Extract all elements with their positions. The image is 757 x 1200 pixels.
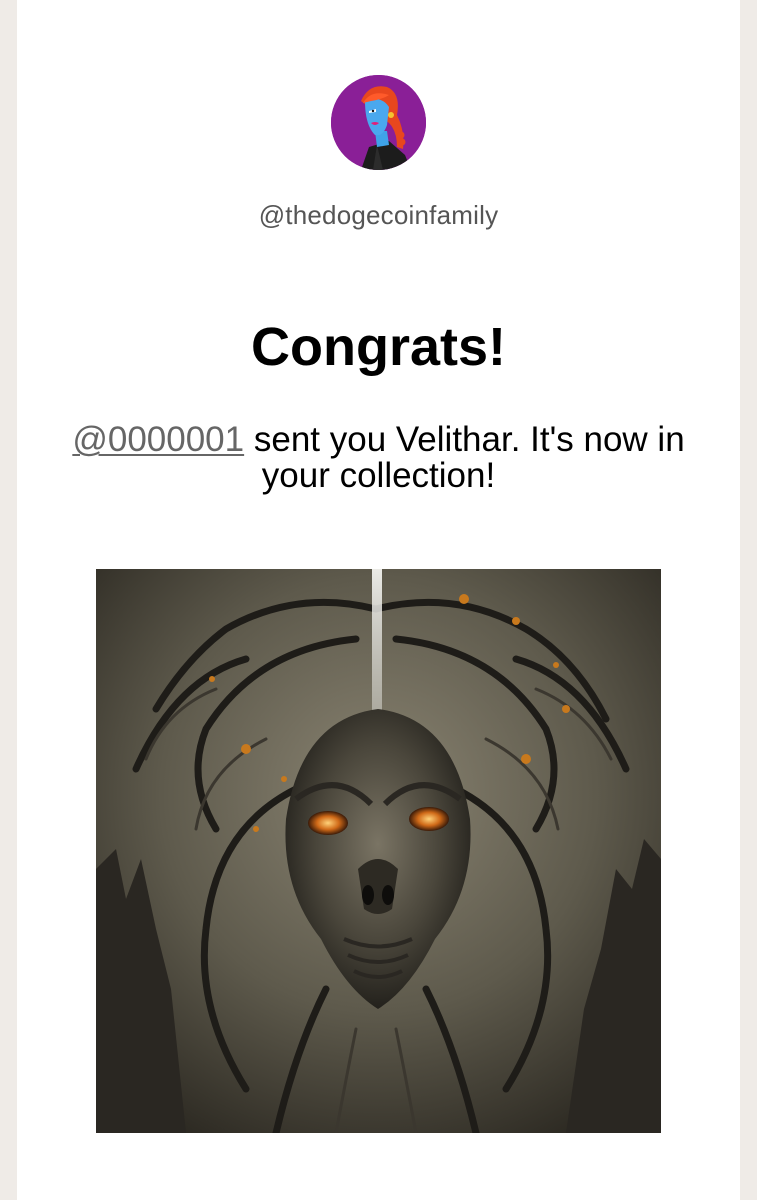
alien-creature-artwork-icon (96, 569, 661, 1133)
message-body-text: sent you Velithar. It's now in your coll… (244, 420, 685, 495)
transfer-message: @0000001 sent you Velithar. It's now in … (37, 422, 720, 494)
profile-avatar[interactable] (331, 75, 426, 170)
avatar-illustration-icon (331, 75, 426, 170)
sender-handle-link[interactable]: @0000001 (72, 420, 244, 459)
congrats-headline: Congrats! (251, 317, 506, 377)
nft-artwork[interactable] (96, 569, 661, 1133)
sender-profile-handle: @thedogecoinfamily (258, 200, 499, 230)
email-card: @thedogecoinfamily Congrats! @0000001 se… (17, 0, 740, 1200)
